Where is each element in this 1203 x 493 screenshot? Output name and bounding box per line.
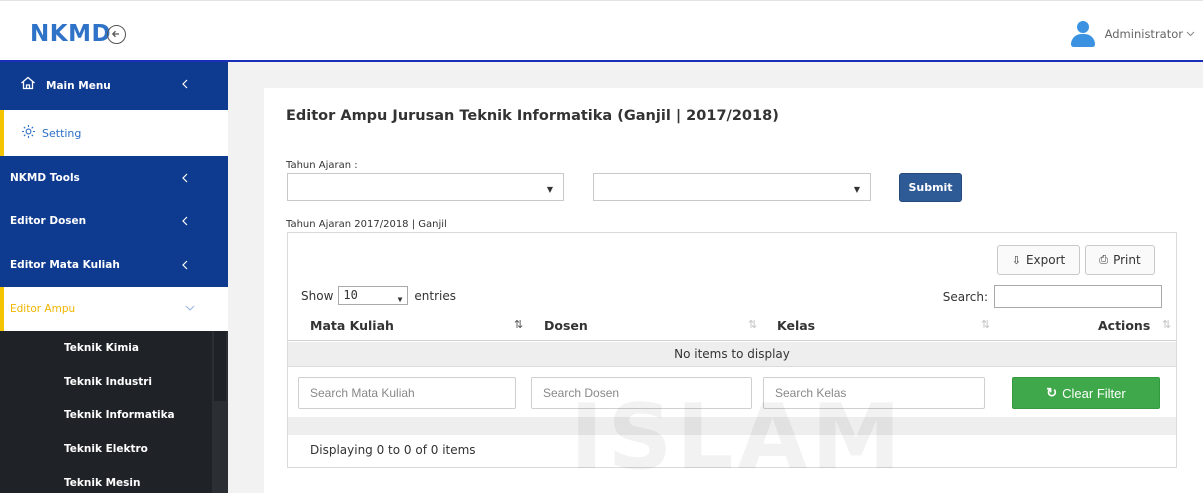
avatar [1070, 21, 1096, 47]
filter-kelas-input[interactable]: Search Kelas [763, 377, 985, 409]
export-file-icon: ⇩ [1011, 253, 1021, 267]
dropdown-arrow-icon: ▼ [397, 295, 403, 304]
refresh-icon: ↻ [1046, 385, 1058, 400]
show-label: Show [301, 288, 334, 303]
filter-row: Search Mata Kuliah Search Dosen Search K… [288, 367, 1176, 417]
sidebar-item-label: Editor Ampu [10, 303, 76, 315]
filter-dosen-input[interactable]: Search Dosen [531, 377, 752, 409]
home-icon [21, 76, 35, 90]
sidebar-item-editor-dosen[interactable]: Editor Dosen [0, 199, 228, 243]
pager-band [288, 417, 1176, 435]
sidebar: Main Menu Setting NKMD Tools Editor Dose… [0, 62, 228, 493]
column-header-dosen[interactable]: Dosen [544, 318, 588, 333]
print-label: Print [1113, 253, 1141, 267]
empty-table-message: No items to display [288, 342, 1176, 367]
sidebar-item-label: Main Menu [46, 80, 111, 92]
sidebar-item-editor-ampu[interactable]: Editor Ampu [0, 287, 228, 331]
editor-panel: Editor Ampu Jurusan Teknik Informatika (… [264, 88, 1203, 493]
chevron-down-icon [1186, 31, 1195, 37]
sidebar-item-label: Editor Mata Kuliah [10, 259, 120, 271]
page-length-control: Show 10 ▼ entries [301, 286, 456, 305]
export-label: Export [1025, 253, 1066, 267]
top-bar: NKMD Administrator [0, 0, 1203, 63]
sidebar-item-label: NKMD Tools [10, 171, 80, 184]
data-grid: ⇩ Export ⎙ Print Show 10 ▼ entries Searc… [287, 232, 1177, 468]
entries-value: 10 [343, 288, 358, 302]
sort-icon[interactable]: ⇅ [748, 318, 757, 331]
submenu-scrollbar[interactable] [212, 331, 228, 493]
sidebar-item-nkmd-tools[interactable]: NKMD Tools [0, 156, 228, 199]
selected-period-info: Tahun Ajaran 2017/2018 | Ganjil [286, 219, 447, 230]
entries-select[interactable]: 10 ▼ [338, 286, 409, 305]
sidebar-item-editor-mata-kuliah[interactable]: Editor Mata Kuliah [0, 243, 228, 287]
tahun-ajaran-label: Tahun Ajaran : [286, 160, 358, 171]
submit-button[interactable]: Submit [899, 173, 962, 202]
brand-logo[interactable]: NKMD [30, 21, 111, 47]
clear-filter-button[interactable]: ↻ Clear Filter [1012, 377, 1160, 409]
dropdown-arrow-icon: ▼ [853, 185, 860, 194]
chevron-left-icon [182, 260, 188, 270]
export-button[interactable]: ⇩ Export [997, 245, 1080, 275]
sort-icon[interactable]: ⇅ [1162, 318, 1171, 331]
submenu-item-teknik-mesin[interactable]: Teknik Mesin [64, 477, 140, 489]
table-header: Mata Kuliah ⇅ Dosen ⇅ Kelas ⇅ Actions ⇅ [288, 311, 1176, 341]
collapse-sidebar-icon[interactable] [107, 25, 126, 44]
print-button[interactable]: ⎙ Print [1085, 245, 1155, 275]
search-input[interactable] [994, 285, 1162, 308]
semester-select[interactable]: ▼ [593, 173, 871, 201]
submenu-item-teknik-industri[interactable]: Teknik Industri [64, 376, 152, 388]
sidebar-item-main-menu[interactable]: Main Menu [0, 62, 228, 110]
sidebar-item-label: Editor Dosen [10, 215, 87, 227]
user-name: Administrator [1104, 27, 1183, 41]
submenu-item-teknik-informatika[interactable]: Teknik Informatika [64, 409, 175, 421]
gear-icon [22, 125, 35, 138]
submenu-item-teknik-elektro[interactable]: Teknik Elektro [64, 443, 148, 455]
search-label: Search: [942, 289, 988, 304]
column-header-mata-kuliah[interactable]: Mata Kuliah [310, 318, 394, 333]
pagination-info: Displaying 0 to 0 of 0 items [310, 443, 476, 457]
page-title: Editor Ampu Jurusan Teknik Informatika (… [286, 108, 779, 124]
tahun-ajaran-select[interactable]: ▼ [287, 173, 564, 201]
sidebar-item-setting[interactable]: Setting [0, 110, 228, 156]
search-control: Search: [943, 285, 1162, 308]
user-menu[interactable]: Administrator [1070, 21, 1195, 47]
entries-label: entries [414, 288, 456, 303]
chevron-left-icon [182, 173, 188, 183]
chevron-left-icon [182, 216, 188, 226]
column-header-actions[interactable]: Actions [1098, 318, 1150, 333]
chevron-down-icon [185, 305, 195, 311]
dropdown-arrow-icon: ▼ [546, 185, 553, 194]
filter-mata-kuliah-input[interactable]: Search Mata Kuliah [298, 377, 516, 409]
sort-ascending-icon[interactable]: ⇅ [514, 318, 523, 331]
chevron-left-icon [182, 79, 188, 89]
main-content: Editor Ampu Jurusan Teknik Informatika (… [228, 62, 1203, 493]
clear-filter-label: Clear Filter [1062, 385, 1126, 401]
printer-icon: ⎙ [1099, 253, 1109, 266]
column-header-kelas[interactable]: Kelas [777, 318, 815, 333]
sort-icon[interactable]: ⇅ [981, 318, 990, 331]
sidebar-item-label: Setting [42, 126, 82, 140]
sidebar-submenu: Teknik Kimia Teknik Industri Teknik Info… [0, 331, 228, 493]
submenu-item-teknik-kimia[interactable]: Teknik Kimia [64, 342, 139, 354]
